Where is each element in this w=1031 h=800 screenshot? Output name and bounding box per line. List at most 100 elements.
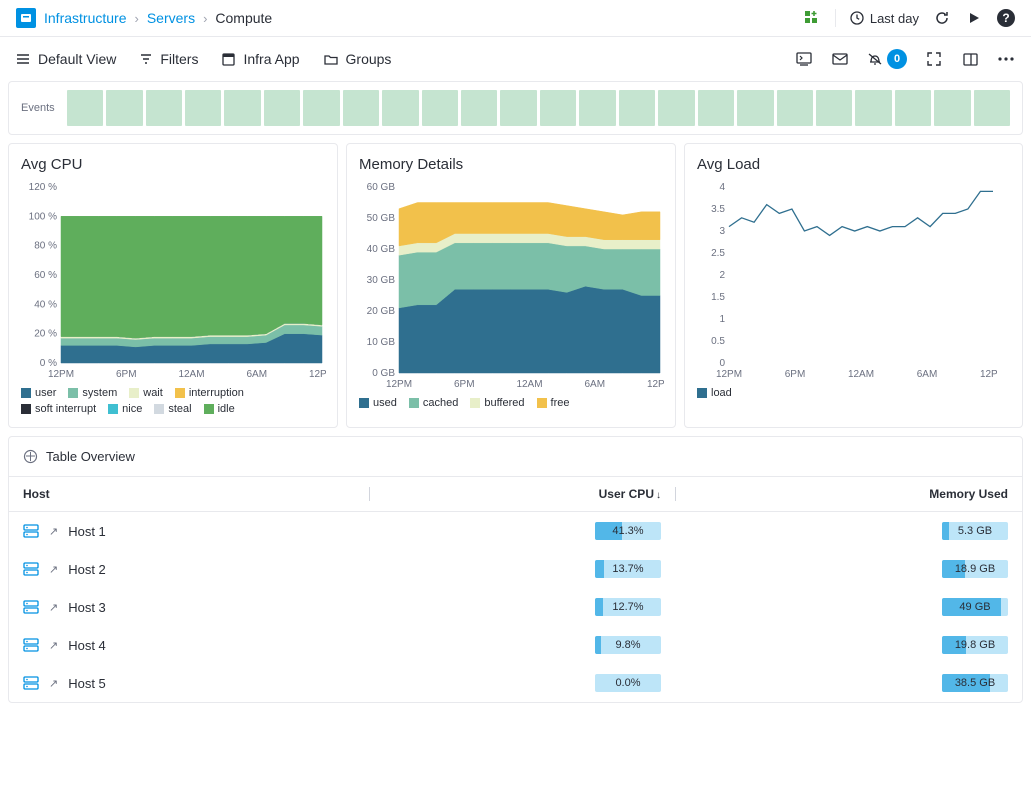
svg-text:40 GB: 40 GB	[367, 244, 396, 255]
event-cell[interactable]	[855, 90, 891, 126]
svg-text:12PM: 12PM	[48, 369, 74, 380]
table-row[interactable]: ↗ Host 2 13.7% 18.9 GB	[9, 550, 1022, 588]
legend-item[interactable]: steal	[154, 403, 191, 415]
chart-title: Avg CPU	[21, 156, 325, 173]
legend-item[interactable]: used	[359, 397, 397, 409]
legend-item[interactable]: user	[21, 387, 56, 399]
time-range-label: Last day	[870, 11, 919, 26]
chart-avg-load[interactable]: Avg Load 00.511.522.533.5412PM6PM12AM6AM…	[684, 143, 1023, 428]
legend-item[interactable]: system	[68, 387, 117, 399]
event-cell[interactable]	[540, 90, 576, 126]
event-cell[interactable]	[106, 90, 142, 126]
view-selector[interactable]: Default View	[16, 51, 116, 67]
event-cell[interactable]	[698, 90, 734, 126]
event-cell[interactable]	[658, 90, 694, 126]
groups-button[interactable]: Groups	[324, 51, 392, 67]
svg-text:6AM: 6AM	[246, 369, 267, 380]
header: Infrastructure › Servers › Compute Last …	[0, 0, 1031, 37]
event-cell[interactable]	[816, 90, 852, 126]
app-icon[interactable]	[16, 8, 36, 28]
time-range-picker[interactable]: Last day	[850, 11, 919, 26]
event-cell[interactable]	[934, 90, 970, 126]
event-cell[interactable]	[343, 90, 379, 126]
event-cell[interactable]	[579, 90, 615, 126]
event-cell[interactable]	[224, 90, 260, 126]
event-cell[interactable]	[382, 90, 418, 126]
legend-item[interactable]: nice	[108, 403, 142, 415]
event-cell[interactable]	[619, 90, 655, 126]
legend-label: user	[35, 387, 56, 399]
event-cell[interactable]	[146, 90, 182, 126]
event-cell[interactable]	[895, 90, 931, 126]
legend-label: wait	[143, 387, 163, 399]
event-cell[interactable]	[303, 90, 339, 126]
add-widget-icon[interactable]	[803, 9, 821, 27]
legend-item[interactable]: wait	[129, 387, 163, 399]
legend-label: load	[711, 387, 732, 399]
mem-bar: 19.8 GB	[942, 636, 1008, 654]
host-name: Host 3	[68, 600, 106, 615]
terminal-icon[interactable]	[795, 50, 813, 68]
svg-text:3: 3	[719, 226, 725, 237]
col-host[interactable]: Host	[9, 477, 369, 512]
infra-app-button[interactable]: Infra App	[222, 51, 299, 67]
chart-legend: load	[697, 387, 1010, 399]
filters-button[interactable]: Filters	[140, 51, 198, 67]
mail-icon[interactable]	[831, 50, 849, 68]
events-cells	[67, 90, 1010, 126]
clock-icon	[850, 11, 864, 25]
svg-text:0 GB: 0 GB	[372, 368, 395, 379]
fullscreen-icon[interactable]	[925, 50, 943, 68]
svg-text:4: 4	[719, 182, 725, 193]
svg-text:6PM: 6PM	[454, 379, 475, 390]
chart-memory[interactable]: Memory Details 0 GB10 GB20 GB30 GB40 GB5…	[346, 143, 676, 428]
external-link-icon[interactable]: ↗	[49, 525, 58, 538]
breadcrumb-infrastructure[interactable]: Infrastructure	[44, 10, 126, 26]
legend-item[interactable]: soft interrupt	[21, 403, 96, 415]
legend-item[interactable]: interruption	[175, 387, 244, 399]
event-cell[interactable]	[67, 90, 103, 126]
breadcrumb-servers[interactable]: Servers	[147, 10, 195, 26]
table-row[interactable]: ↗ Host 1 41.3% 5.3 GB	[9, 512, 1022, 551]
filter-icon	[140, 53, 152, 65]
svg-text:0.5: 0.5	[711, 336, 725, 347]
legend-swatch	[108, 404, 118, 414]
event-cell[interactable]	[422, 90, 458, 126]
svg-text:40 %: 40 %	[34, 299, 57, 310]
alerts-button[interactable]: 0	[867, 49, 907, 69]
event-cell[interactable]	[500, 90, 536, 126]
legend-item[interactable]: idle	[204, 403, 235, 415]
external-link-icon[interactable]: ↗	[49, 639, 58, 652]
events-bar[interactable]: Events	[8, 81, 1023, 135]
col-user-cpu[interactable]: User CPU↓	[369, 477, 675, 512]
list-icon	[16, 53, 30, 65]
event-cell[interactable]	[974, 90, 1010, 126]
legend-item[interactable]: load	[697, 387, 732, 399]
svg-text:6PM: 6PM	[785, 369, 806, 380]
split-panel-icon[interactable]	[961, 50, 979, 68]
legend-item[interactable]: buffered	[470, 397, 524, 409]
svg-text:12AM: 12AM	[516, 379, 542, 390]
col-memory-used[interactable]: Memory Used	[675, 477, 1022, 512]
refresh-icon[interactable]	[933, 9, 951, 27]
table-row[interactable]: ↗ Host 4 9.8% 19.8 GB	[9, 626, 1022, 664]
more-icon[interactable]	[997, 50, 1015, 68]
play-icon[interactable]	[965, 9, 983, 27]
chart-avg-cpu[interactable]: Avg CPU 0 %20 %40 %60 %80 %100 %120 %12P…	[8, 143, 338, 428]
legend-item[interactable]: cached	[409, 397, 458, 409]
event-cell[interactable]	[185, 90, 221, 126]
svg-text:10 GB: 10 GB	[367, 337, 396, 348]
help-icon[interactable]: ?	[997, 9, 1015, 27]
legend-item[interactable]: free	[537, 397, 570, 409]
event-cell[interactable]	[461, 90, 497, 126]
external-link-icon[interactable]: ↗	[49, 677, 58, 690]
legend-label: system	[82, 387, 117, 399]
table-overview: Table Overview Host User CPU↓ Memory Use…	[8, 436, 1023, 703]
event-cell[interactable]	[264, 90, 300, 126]
event-cell[interactable]	[737, 90, 773, 126]
table-row[interactable]: ↗ Host 3 12.7% 49 GB	[9, 588, 1022, 626]
external-link-icon[interactable]: ↗	[49, 601, 58, 614]
table-row[interactable]: ↗ Host 5 0.0% 38.5 GB	[9, 664, 1022, 702]
event-cell[interactable]	[777, 90, 813, 126]
external-link-icon[interactable]: ↗	[49, 563, 58, 576]
